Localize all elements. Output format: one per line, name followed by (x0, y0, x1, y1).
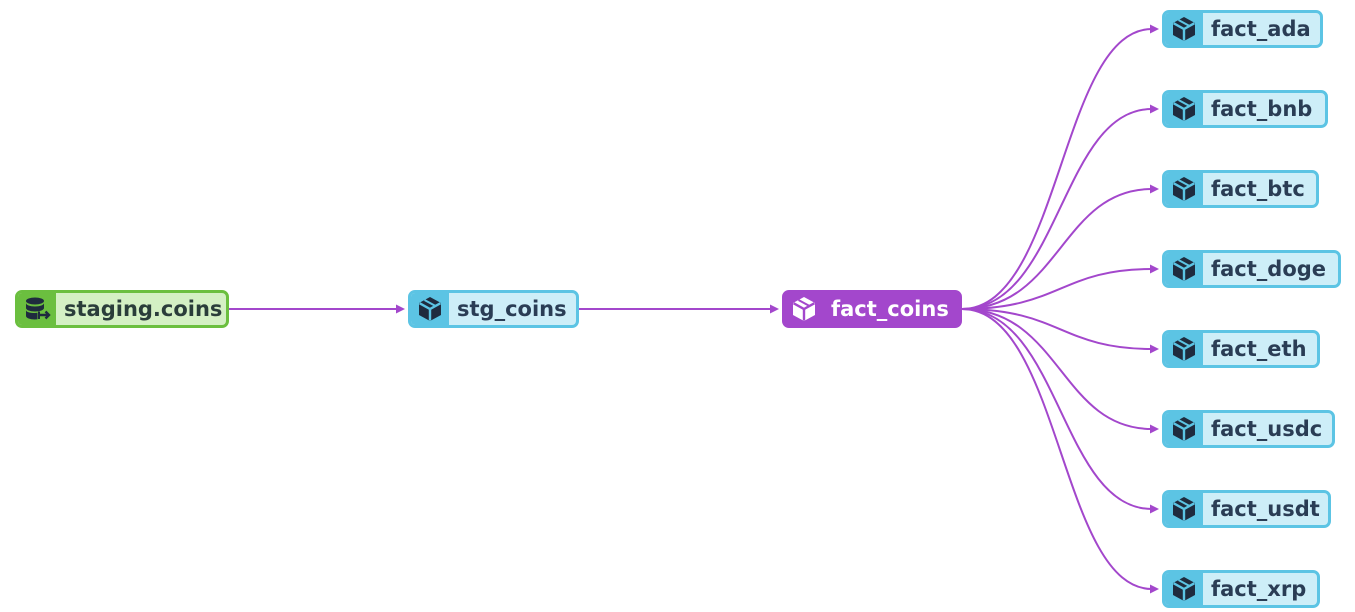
node-label: fact_bnb (1211, 97, 1313, 121)
edge-arrowhead (1150, 104, 1159, 114)
edge-arrowhead (1150, 264, 1159, 274)
edge-arrowhead (1150, 424, 1159, 434)
cube-icon (411, 293, 449, 325)
node-label: fact_doge (1211, 257, 1327, 281)
edge-arrowhead (1150, 184, 1159, 194)
node-fact-doge[interactable]: fact_doge (1162, 250, 1341, 288)
node-label: fact_xrp (1211, 577, 1307, 601)
node-fact-coins[interactable]: fact_coins (782, 290, 962, 328)
node-stg-coins[interactable]: stg_coins (408, 290, 579, 328)
node-fact-btc[interactable]: fact_btc (1162, 170, 1319, 208)
cube-icon (1165, 413, 1203, 445)
node-label: fact_btc (1211, 177, 1305, 201)
node-fact-xrp[interactable]: fact_xrp (1162, 570, 1320, 608)
edge-fact-coins-to-fact-xrp (961, 308, 1153, 590)
node-label: fact_ada (1211, 17, 1311, 41)
edge-fact-coins-to-fact-usdt (961, 308, 1153, 510)
node-fact-bnb[interactable]: fact_bnb (1162, 90, 1328, 128)
node-label: stg_coins (457, 297, 567, 321)
edge-arrowhead (1150, 344, 1159, 354)
node-label: fact_usdc (1211, 417, 1323, 441)
edge-fact-coins-to-fact-ada (961, 28, 1153, 310)
node-label: fact_usdt (1211, 497, 1320, 521)
edge-arrowhead (1150, 504, 1159, 514)
edge-arrowhead (1150, 24, 1159, 34)
cube-icon (1165, 253, 1203, 285)
node-fact-eth[interactable]: fact_eth (1162, 330, 1320, 368)
edge-arrowhead (1150, 584, 1159, 594)
cube-icon (1165, 573, 1203, 605)
node-label: fact_eth (1211, 337, 1307, 361)
cube-icon (1165, 173, 1203, 205)
lineage-graph: staging.coins stg_coins fact_coins fact_ada… (0, 0, 1355, 612)
node-label: fact_coins (831, 297, 949, 321)
node-fact-ada[interactable]: fact_ada (1162, 10, 1323, 48)
cube-icon (1165, 493, 1203, 525)
node-staging-coins[interactable]: staging.coins (15, 290, 229, 328)
cube-icon (1165, 93, 1203, 125)
edge-arrowhead (770, 304, 779, 314)
database-icon (18, 293, 56, 325)
node-label: staging.coins (64, 297, 223, 321)
node-fact-usdc[interactable]: fact_usdc (1162, 410, 1335, 448)
node-fact-usdt[interactable]: fact_usdt (1162, 490, 1331, 528)
edge-arrowhead (396, 304, 405, 314)
cube-icon (785, 293, 823, 325)
cube-icon (1165, 333, 1203, 365)
cube-icon (1165, 13, 1203, 45)
edge-fact-coins-to-fact-bnb (961, 108, 1153, 310)
